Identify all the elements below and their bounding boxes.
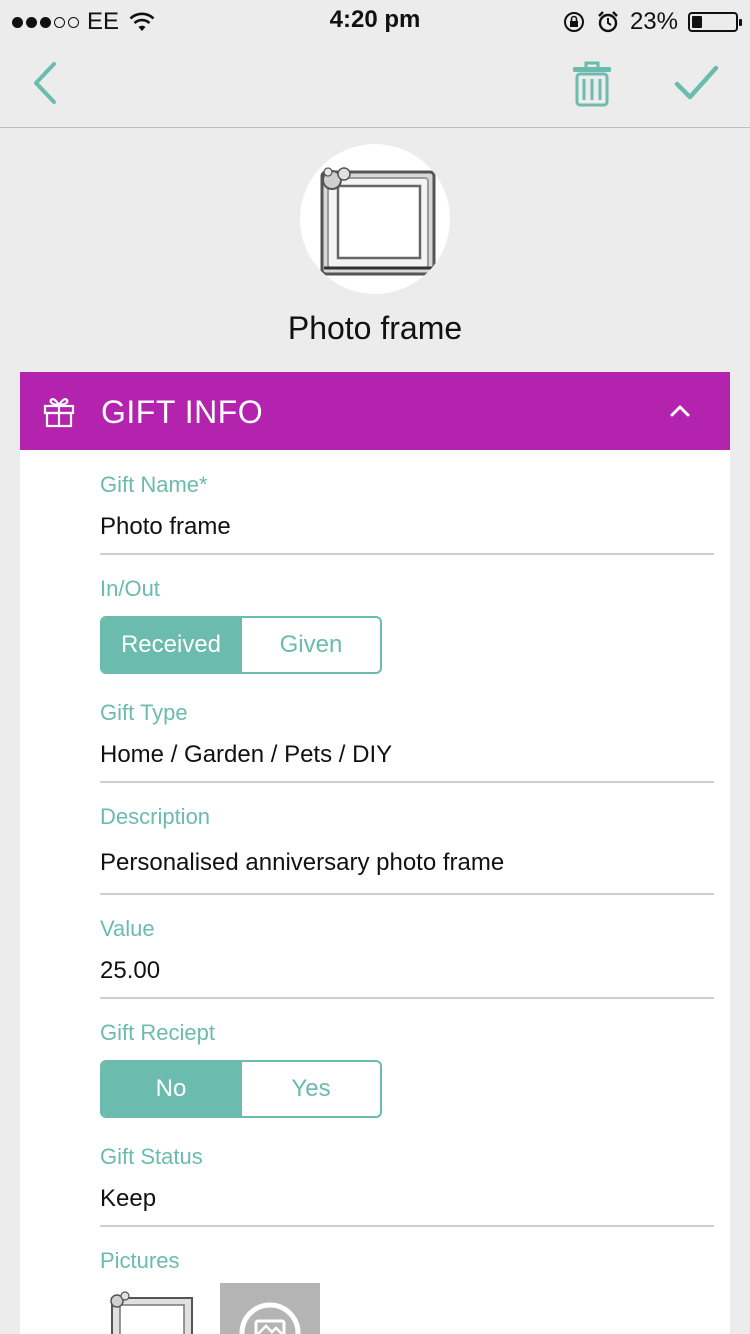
receipt-yes-option[interactable]: Yes [240, 1062, 380, 1116]
gift-status-underline [100, 1225, 714, 1227]
description-input[interactable]: Personalised anniversary photo frame [100, 849, 504, 877]
pictures-label: Pictures [100, 1248, 180, 1273]
gift-info-card: GIFT INFO Gift Name* Photo frame In/Out … [20, 372, 730, 1334]
gift-title: Photo frame [287, 310, 463, 346]
section-title: GIFT INFO [101, 394, 264, 430]
value-input[interactable]: 25.00 [100, 957, 160, 985]
chevron-up-icon [670, 405, 690, 417]
gift-receipt-label: Gift Reciept [100, 1020, 215, 1045]
given-option[interactable]: Given [240, 618, 380, 672]
picture-thumbnail[interactable] [100, 1283, 200, 1334]
status-bar: EE 4:20 pm 23% [0, 0, 750, 40]
description-label: Description [100, 804, 211, 829]
alarm-icon [598, 11, 618, 33]
gift-photo[interactable] [300, 144, 450, 294]
battery-icon [688, 12, 742, 32]
image-placeholder-icon [239, 1302, 301, 1334]
received-option[interactable]: Received [102, 618, 240, 672]
in-out-segmented-control: Received Given [100, 616, 382, 674]
nav-bar [0, 40, 750, 128]
gift-name-underline [100, 553, 714, 555]
gift-name-label: Gift Name* [100, 472, 208, 497]
gift-status-label: Gift Status [100, 1144, 203, 1169]
add-picture-button[interactable] [220, 1283, 320, 1334]
gift-receipt-segmented-control: No Yes [100, 1060, 382, 1118]
delete-button[interactable] [568, 60, 616, 108]
save-button[interactable] [672, 62, 720, 104]
gift-name-input[interactable]: Photo frame [100, 513, 231, 541]
checkmark-icon [674, 65, 719, 100]
gift-type-underline [100, 781, 714, 783]
receipt-no-option[interactable]: No [102, 1062, 240, 1116]
gift-info-section-header[interactable]: GIFT INFO [20, 372, 730, 450]
gift-icon [43, 398, 75, 428]
photo-frame-image [320, 167, 436, 276]
value-underline [100, 997, 714, 999]
rotation-lock-icon [563, 12, 584, 32]
description-underline [100, 893, 714, 895]
battery-level [692, 16, 702, 28]
gift-type-select[interactable]: Home / Garden / Pets / DIY [100, 741, 392, 769]
photo-frame-thumbnail-image [110, 1291, 193, 1334]
back-button[interactable] [26, 60, 66, 106]
value-label: Value [100, 916, 155, 941]
battery-percent: 23% [629, 8, 678, 35]
gift-status-select[interactable]: Keep [100, 1185, 156, 1213]
in-out-label: In/Out [100, 576, 160, 601]
chevron-left-icon [34, 62, 56, 104]
trash-icon [573, 61, 611, 107]
gift-type-label: Gift Type [100, 700, 188, 725]
status-right: 23% [562, 8, 742, 36]
